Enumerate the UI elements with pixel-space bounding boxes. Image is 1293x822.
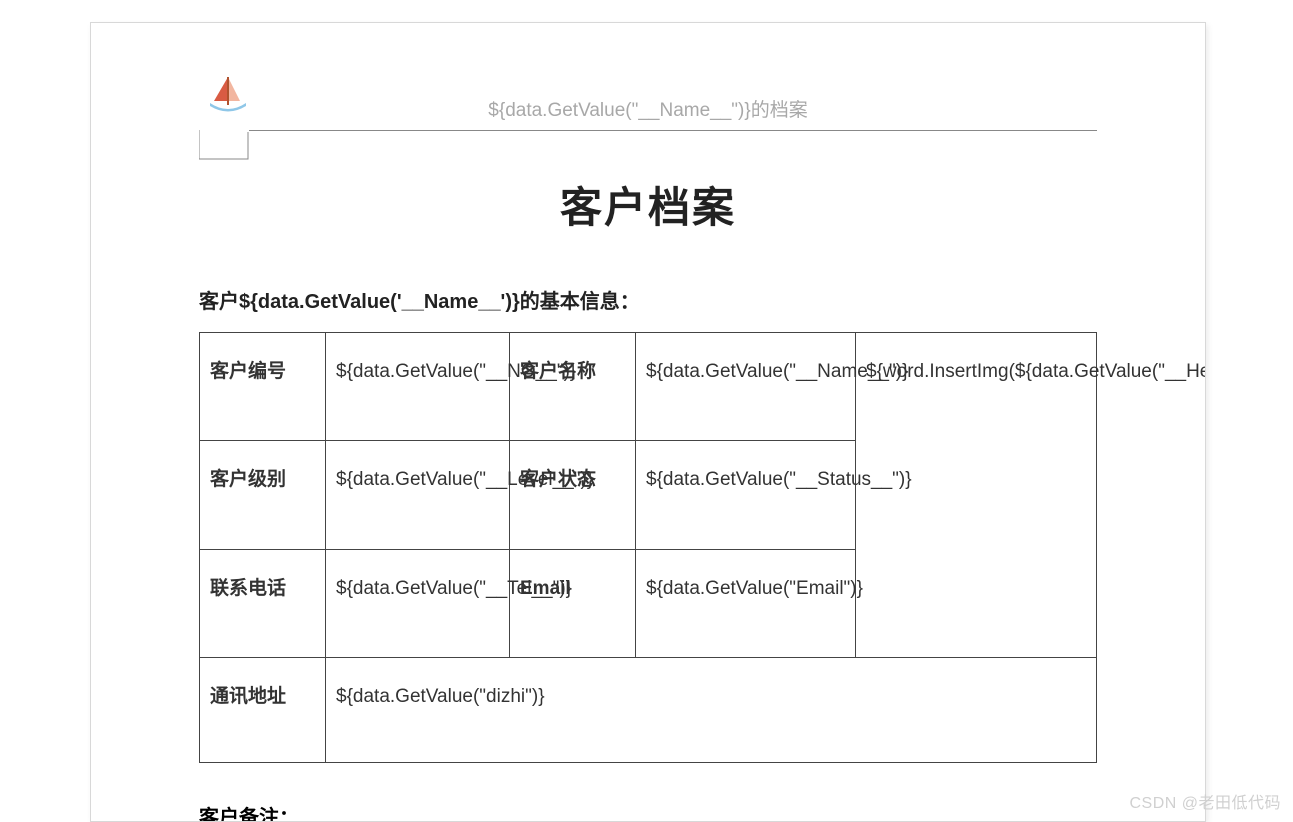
cell-label-customer-no: 客户编号	[200, 333, 326, 441]
header-divider	[199, 130, 1097, 131]
customer-info-table: 客户编号 ${data.GetValue("__NO__")} 客户名称 ${d…	[199, 332, 1097, 763]
cell-label-customer-level: 客户级别	[200, 441, 326, 549]
page-header: ${data.GetValue("__Name__")}的档案	[91, 23, 1205, 138]
cell-value-tel: ${data.GetValue("__Tel__")}	[326, 549, 510, 657]
cell-value-customer-no: ${data.GetValue("__NO__")}	[326, 333, 510, 441]
cell-label-customer-status: 客户状态	[510, 441, 636, 549]
section-heading-basic-info: 客户${data.GetValue('__Name__')}的基本信息：	[199, 285, 1097, 314]
tab-notch-icon	[199, 130, 249, 160]
document-title: 客户档案	[199, 174, 1097, 235]
table-row: 通讯地址 ${data.GetValue("dizhi")}	[200, 658, 1097, 762]
document-page: ${data.GetValue("__Name__")}的档案 客户档案 客户$…	[90, 22, 1206, 822]
cell-label-address: 通讯地址	[200, 658, 326, 762]
cell-header-image: ${word.InsertImg(${data.GetValue("__Head…	[856, 333, 1097, 658]
document-body: 客户档案 客户${data.GetValue('__Name__')}的基本信息…	[91, 174, 1205, 822]
cell-label-customer-name: 客户名称	[510, 333, 636, 441]
header-title: ${data.GetValue("__Name__")}的档案	[91, 95, 1205, 122]
section-heading-notes: 客户备注：	[199, 801, 1097, 822]
cell-value-customer-status: ${data.GetValue("__Status__")}	[636, 441, 856, 549]
cell-value-customer-level: ${data.GetValue("__Level__")}	[326, 441, 510, 549]
cell-label-tel: 联系电话	[200, 549, 326, 657]
watermark-text: CSDN @老田低代码	[1129, 789, 1281, 813]
logo-sailboat-icon	[206, 73, 250, 122]
cell-value-customer-name: ${data.GetValue("__Name__")}	[636, 333, 856, 441]
cell-value-address: ${data.GetValue("dizhi")}	[326, 658, 1097, 762]
cell-label-email: Email	[510, 549, 636, 657]
table-row: 客户编号 ${data.GetValue("__NO__")} 客户名称 ${d…	[200, 333, 1097, 441]
cell-value-email: ${data.GetValue("Email")}	[636, 549, 856, 657]
